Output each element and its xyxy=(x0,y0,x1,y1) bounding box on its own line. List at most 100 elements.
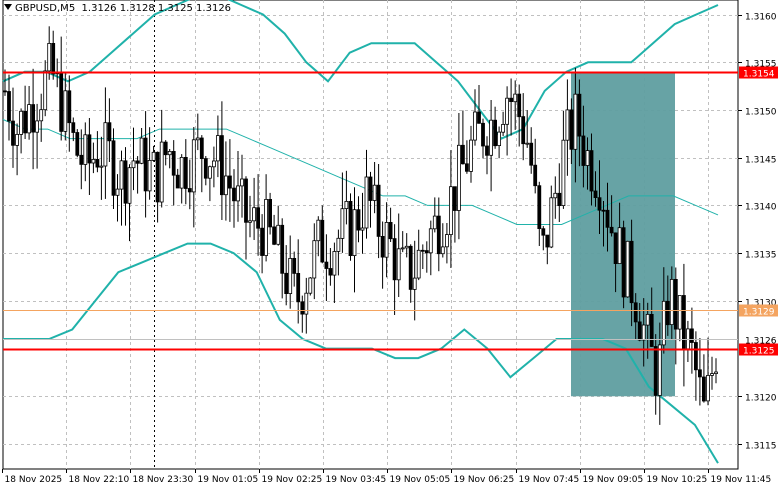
candle-body xyxy=(625,240,630,298)
candle-body xyxy=(424,250,429,254)
candle-body xyxy=(408,245,413,290)
candle-body xyxy=(288,257,293,294)
candle-body xyxy=(428,228,433,254)
candle-body xyxy=(139,137,144,164)
candle-body xyxy=(380,235,385,258)
candle-body xyxy=(364,176,369,229)
candle-body xyxy=(686,328,690,350)
candle-body xyxy=(537,185,542,229)
candle-body xyxy=(103,122,108,167)
symbol-label: GBPUSD,M5 xyxy=(15,3,76,14)
candle-body xyxy=(219,135,224,196)
candle-body xyxy=(155,151,160,203)
candle-body xyxy=(577,93,582,137)
candle-body xyxy=(71,122,76,133)
x-tick-label: 18 Nov 23:30 xyxy=(133,475,194,485)
candle-body xyxy=(87,134,92,164)
candle-body xyxy=(3,90,7,93)
candle-body xyxy=(706,374,710,402)
candle-body xyxy=(187,188,192,193)
candle-body xyxy=(669,278,674,325)
y-tick-label: 1.3145 xyxy=(745,156,777,166)
candle-body xyxy=(268,198,273,228)
candle-body xyxy=(440,246,445,255)
price-level-label: 1.3154 xyxy=(743,70,775,80)
x-tick-label: 19 Nov 02:25 xyxy=(262,475,323,485)
candle-body xyxy=(505,97,510,125)
candle-body xyxy=(211,160,216,168)
candle-body xyxy=(581,135,586,166)
candle-body xyxy=(7,91,11,122)
candle-body xyxy=(328,268,333,276)
candle-body xyxy=(35,120,39,133)
candle-body xyxy=(191,139,196,193)
x-tick-label: 19 Nov 09:05 xyxy=(583,475,644,485)
candle-body xyxy=(240,178,244,187)
candle-body xyxy=(195,137,200,141)
candle-body xyxy=(541,228,546,236)
candle-body xyxy=(43,70,48,111)
candle-body xyxy=(694,342,698,371)
candle-body xyxy=(657,344,662,396)
candle-body xyxy=(601,209,606,212)
price-chart[interactable]: 1.31601.31551.31501.31451.31401.31351.31… xyxy=(0,0,781,489)
candle-body xyxy=(469,139,473,172)
y-tick-label: 1.3120 xyxy=(745,394,777,404)
candle-body xyxy=(412,277,417,290)
candle-body xyxy=(316,219,321,242)
candle-body xyxy=(63,90,68,132)
candle-body xyxy=(549,197,554,248)
candle-body xyxy=(312,240,317,279)
chart-root: GBPUSD,M5 1.3126 1.3128 1.3125 1.3126 1.… xyxy=(0,0,781,489)
candle-body xyxy=(15,133,20,146)
candle-body xyxy=(400,247,405,250)
candle-body xyxy=(51,43,56,75)
dropdown-triangle-icon[interactable] xyxy=(4,4,12,10)
candle-body xyxy=(585,150,590,166)
candle-body xyxy=(589,150,594,192)
candle-body xyxy=(272,226,277,245)
candle-body xyxy=(175,174,180,189)
candle-body xyxy=(67,90,72,124)
candle-body xyxy=(517,93,522,118)
candle-body xyxy=(372,184,377,201)
x-tick-label: 18 Nov 2025 xyxy=(5,475,63,485)
candle-body xyxy=(167,150,172,156)
candle-body xyxy=(493,119,498,147)
candle-body xyxy=(702,376,706,402)
candle-body xyxy=(545,234,550,248)
x-tick-label: 19 Nov 07:45 xyxy=(519,475,580,485)
candle-body xyxy=(284,272,289,294)
candle-body xyxy=(223,175,228,196)
candle-body xyxy=(501,124,506,133)
candle-body xyxy=(714,371,718,375)
candle-body xyxy=(163,141,168,156)
candle-body xyxy=(151,151,156,161)
price-level-label: 1.3129 xyxy=(743,308,775,318)
candle-body xyxy=(256,207,261,229)
candle-body xyxy=(232,187,236,202)
candle-body xyxy=(227,175,232,189)
y-tick-label: 1.3140 xyxy=(745,203,777,213)
candle-body xyxy=(348,200,353,256)
candle-body xyxy=(649,313,654,347)
candle-body xyxy=(376,184,381,237)
candle-body xyxy=(569,109,574,150)
candle-body xyxy=(456,144,461,211)
candle-body xyxy=(111,140,116,196)
x-tick-label: 19 Nov 10:25 xyxy=(647,475,708,485)
candle-body xyxy=(308,277,313,294)
candle-body xyxy=(91,158,96,164)
candle-body xyxy=(183,156,188,189)
x-tick-label: 19 Nov 01:05 xyxy=(198,475,259,485)
candle-body xyxy=(637,321,642,341)
candle-body xyxy=(27,104,32,134)
candle-body xyxy=(368,176,373,201)
candle-body xyxy=(280,224,285,274)
candle-body xyxy=(661,300,666,346)
candle-body xyxy=(75,132,80,156)
candle-body xyxy=(252,207,257,222)
candle-body xyxy=(464,163,469,172)
candle-body xyxy=(573,93,578,150)
candle-body xyxy=(384,221,389,258)
